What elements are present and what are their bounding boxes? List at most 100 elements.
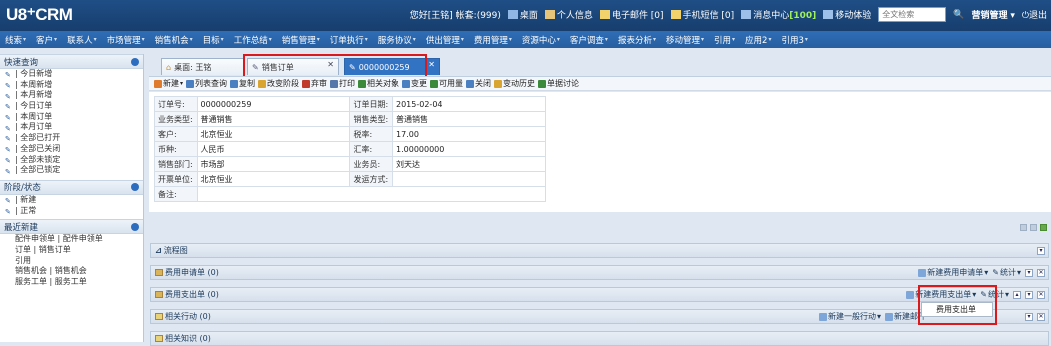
close-icon[interactable]: ✕	[428, 60, 435, 69]
collapse-icon[interactable]	[131, 183, 139, 192]
new-action-button[interactable]: 新建一般行动 ▾	[818, 311, 881, 322]
close-icon[interactable]: ✕	[327, 60, 334, 69]
panel-fee-spend[interactable]: 费用支出单 (0) 新建费用支出单 ▾ ✎ 统计 ▾ ▴ ▾ ✕	[150, 287, 1049, 302]
new-fee-apply-button[interactable]: 新建费用申请单 ▾	[918, 267, 988, 278]
layout-icon[interactable]	[1020, 224, 1027, 231]
quick-query-header[interactable]: 快速查询	[0, 54, 143, 69]
mobile-experience-link[interactable]: 移动体验	[823, 8, 871, 21]
stage-header[interactable]: 阶段/状态	[0, 179, 143, 195]
nav-item[interactable]: 市场管理 ▾	[102, 34, 150, 46]
search-icon[interactable]: 🔍	[953, 10, 964, 20]
nav-item[interactable]: 资源中心 ▾	[517, 34, 565, 46]
nav-item[interactable]: 供出管理 ▾	[421, 34, 469, 46]
sms-link[interactable]: 手机短信 [0]	[670, 8, 734, 21]
toolbar-button[interactable]: 变动历史	[494, 78, 535, 89]
nav-item[interactable]: 服务协议 ▾	[373, 34, 421, 46]
sidebar-item[interactable]: ✎ | 全部已关闭	[0, 144, 143, 155]
pin-icon: ✎	[5, 197, 11, 206]
panel-flowchart[interactable]: ⊿ 流程图 ▾	[150, 243, 1049, 258]
panel-actions[interactable]: 相关行动 (0) 新建一般行动 ▾ 新建邮件 ▾ ✕	[150, 309, 1049, 324]
nav-item[interactable]: 销售机会 ▾	[150, 34, 198, 46]
exit-link[interactable]: ⏻退出	[1022, 8, 1047, 21]
close-icon[interactable]: ✕	[1037, 268, 1045, 277]
sidebar-item[interactable]: ✎ | 今日订单	[0, 101, 143, 112]
panel-knowledge[interactable]: 相关知识 (0)	[150, 331, 1049, 346]
message-center-link[interactable]: 消息中心[100]	[741, 8, 816, 21]
tab-sales-orders[interactable]: ✎ 销售订单 ✕	[247, 58, 339, 75]
toolbar-icon	[302, 79, 311, 88]
sidebar-item[interactable]: ✎ | 全部已打开	[0, 133, 143, 144]
desktop-link[interactable]: 桌面	[507, 8, 538, 21]
toolbar-button[interactable]: 相关对象	[358, 78, 399, 89]
toolbar-button[interactable]: 变更	[402, 78, 427, 89]
close-icon[interactable]: ✕	[1037, 312, 1045, 321]
chevron-down-icon[interactable]: ▾	[1025, 268, 1033, 277]
stats-button[interactable]: ✎ 统计 ▾	[980, 289, 1009, 300]
chevron-up-icon[interactable]: ▴	[1013, 290, 1021, 299]
nav-item[interactable]: 线索 ▾	[0, 34, 31, 46]
nav-item[interactable]: 联系人 ▾	[62, 34, 102, 46]
sidebar-item[interactable]: 销售机会 | 销售机会	[0, 266, 143, 277]
panel-fee-apply[interactable]: 费用申请单 (0) 新建费用申请单 ▾ ✎ 统计 ▾ ▾ ✕	[150, 265, 1049, 280]
stats-button[interactable]: ✎ 统计 ▾	[992, 267, 1021, 278]
toolbar-button[interactable]: 复制	[230, 78, 255, 89]
sidebar-item[interactable]: ✎ | 新建	[0, 195, 143, 206]
sidebar-item[interactable]: ✎ | 正常	[0, 206, 143, 217]
nav-item[interactable]: 工作总结 ▾	[229, 34, 277, 46]
nav-item[interactable]: 目标 ▾	[198, 34, 229, 46]
sidebar-item[interactable]: 引用	[0, 256, 143, 267]
nav-item[interactable]: 订单执行 ▾	[325, 34, 373, 46]
biz-type-value: 普通销售	[196, 111, 351, 127]
fulltext-search-input[interactable]	[878, 7, 947, 22]
toolbar-button[interactable]: 可用量	[430, 78, 463, 89]
nav-item[interactable]: 引用3 ▾	[776, 34, 812, 46]
collapse-icon[interactable]	[131, 222, 139, 231]
tab-order-0000000259[interactable]: ✎ 0000000259 ✕	[344, 58, 440, 75]
nav-item[interactable]: 引用 ▾	[709, 34, 740, 46]
staff-label: 业务员:	[349, 156, 393, 172]
toolbar-button[interactable]: 弃审	[302, 78, 327, 89]
nav-item[interactable]: 移动管理 ▾	[661, 34, 709, 46]
nav-item[interactable]: 费用管理 ▾	[469, 34, 517, 46]
nav-item[interactable]: 报表分析 ▾	[613, 34, 661, 46]
sidebar-item[interactable]: ✎ | 今日新增	[0, 69, 143, 80]
top-user-bar: 您好[王铭] 帐套:(999) 桌面 个人信息 电子邮件 [0] 手机短信 [0…	[410, 7, 1047, 22]
tab-desktop[interactable]: ⌂ 桌面: 王铭	[161, 58, 245, 75]
chevron-down-icon[interactable]: ▾	[1025, 312, 1033, 321]
quick-query-list: ✎ | 今日新增 ✎ | 本周新增 ✎ | 本月新增 ✎ | 今日订单 ✎ | 本周订单 ✎ | 本月…	[0, 69, 143, 176]
recent-header[interactable]: 最近新建	[0, 219, 143, 235]
toolbar-button[interactable]: 改变阶段	[258, 78, 299, 89]
sidebar-item[interactable]: ✎ | 全部未锁定	[0, 155, 143, 166]
chevron-down-icon: ▾	[23, 36, 27, 43]
arrow-right-icon[interactable]	[1040, 224, 1047, 231]
chevron-down-icon[interactable]: ▾	[1037, 246, 1045, 255]
layout-icon[interactable]	[1030, 224, 1037, 231]
toolbar-button[interactable]: 新建 ▾	[154, 78, 183, 89]
chevron-down-icon: ▾	[700, 36, 704, 43]
role-selector[interactable]: 营销管理 ▾	[971, 8, 1014, 21]
nav-item[interactable]: 应用2 ▾	[740, 34, 776, 46]
sidebar-item[interactable]: 配件申领单 | 配件申领单	[0, 234, 143, 245]
collapse-icon[interactable]	[131, 57, 139, 66]
nav-item[interactable]: 销售管理 ▾	[277, 34, 325, 46]
toolbar-button[interactable]: 关闭	[466, 78, 491, 89]
sidebar-item[interactable]: 订单 | 销售订单	[0, 245, 143, 256]
nav-item[interactable]: 客户调查 ▾	[565, 34, 613, 46]
sidebar-item[interactable]: ✎ | 本周新增	[0, 80, 143, 91]
chevron-down-icon[interactable]: ▾	[1025, 290, 1033, 299]
toolbar-button[interactable]: 打印	[330, 78, 355, 89]
new-fee-spend-button[interactable]: 新建费用支出单 ▾	[906, 289, 976, 300]
personal-info-link[interactable]: 个人信息	[544, 8, 593, 21]
sidebar-item[interactable]: ✎ | 本月新增	[0, 90, 143, 101]
dropdown-option-fee-spend[interactable]: 费用支出单	[921, 302, 993, 317]
close-icon[interactable]: ✕	[1037, 290, 1045, 299]
new-mail-button[interactable]: 新建邮件	[885, 311, 926, 322]
sidebar-item[interactable]: ✎ | 本月订单	[0, 122, 143, 133]
toolbar-button[interactable]: 单据讨论	[538, 78, 579, 89]
sidebar-item[interactable]: ✎ | 全部已锁定	[0, 165, 143, 176]
nav-item[interactable]: 客户 ▾	[31, 34, 62, 46]
toolbar-button[interactable]: 列表查询	[186, 78, 227, 89]
sidebar-item[interactable]: ✎ | 本周订单	[0, 112, 143, 123]
sidebar-item[interactable]: 服务工单 | 服务工单	[0, 277, 143, 288]
email-link[interactable]: 电子邮件 [0]	[599, 8, 664, 21]
